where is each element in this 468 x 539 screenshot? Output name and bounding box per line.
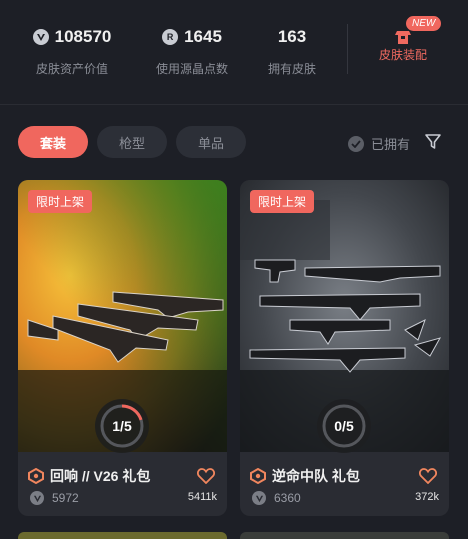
tab-bundle[interactable]: 套装 (18, 126, 88, 158)
stat-radianite: R 1645 使用源晶点数 (142, 26, 242, 77)
owned-skins-label: 拥有皮肤 (267, 62, 316, 76)
radianite-value: 1645 (184, 27, 222, 46)
collection-progress: 1/5 (94, 398, 150, 454)
bundle-card[interactable]: 限时上架 0/5 逆命中队 礼包 6360 372k (240, 180, 449, 516)
valorant-point-icon (30, 491, 44, 505)
tab-weapon-type[interactable]: 枪型 (97, 126, 167, 158)
owned-skins-value: 163 (277, 27, 307, 46)
collection-progress: 0/5 (316, 398, 372, 454)
radianite-icon: R (162, 29, 179, 45)
bundle-card[interactable]: 限时上架 1/5 回响 // V26 礼包 5972 5411k (18, 180, 227, 516)
bundle-card-peek (18, 532, 227, 539)
progress-text: 0/5 (334, 418, 354, 434)
stat-asset-value: 108570 皮肤资产价值 (32, 26, 112, 77)
asset-value-label: 皮肤资产价值 (35, 62, 108, 76)
like-count: 372k (415, 491, 439, 503)
asset-value: 108570 (54, 27, 112, 46)
filter-icon[interactable] (424, 133, 442, 151)
valorant-point-icon (252, 491, 266, 505)
loadout-icon (395, 31, 411, 44)
heart-icon[interactable] (197, 468, 215, 484)
limited-tag: 限时上架 (250, 190, 315, 213)
bundle-price: 6360 (274, 491, 301, 505)
header-divider (0, 104, 468, 105)
bundle-name: 回响 // V26 礼包 (50, 468, 151, 484)
check-icon (348, 135, 364, 152)
heart-icon[interactable] (419, 468, 437, 484)
owned-toggle[interactable]: 已拥有 (348, 134, 410, 153)
tier-icon (28, 468, 44, 484)
bundle-name: 逆命中队 礼包 (272, 468, 360, 484)
bundle-card-peek (240, 532, 449, 539)
loadout-button[interactable]: NEW 皮肤装配 (358, 16, 448, 63)
owned-label: 已拥有 (371, 137, 411, 152)
like-count: 5411k (187, 491, 217, 503)
loadout-label: 皮肤装配 (378, 48, 427, 62)
limited-tag: 限时上架 (28, 190, 93, 213)
divider (347, 24, 348, 74)
progress-text: 1/5 (112, 418, 132, 434)
tier-icon (250, 468, 266, 484)
valorant-point-icon (32, 29, 49, 45)
bundle-price: 5972 (52, 491, 79, 505)
radianite-label: 使用源晶点数 (155, 62, 228, 76)
tab-single-item[interactable]: 单品 (176, 126, 246, 158)
stat-owned-skins: 163 拥有皮肤 (262, 26, 322, 77)
stats-header: 108570 皮肤资产价值 R 1645 使用源晶点数 163 拥有皮肤 NEW… (0, 0, 468, 104)
